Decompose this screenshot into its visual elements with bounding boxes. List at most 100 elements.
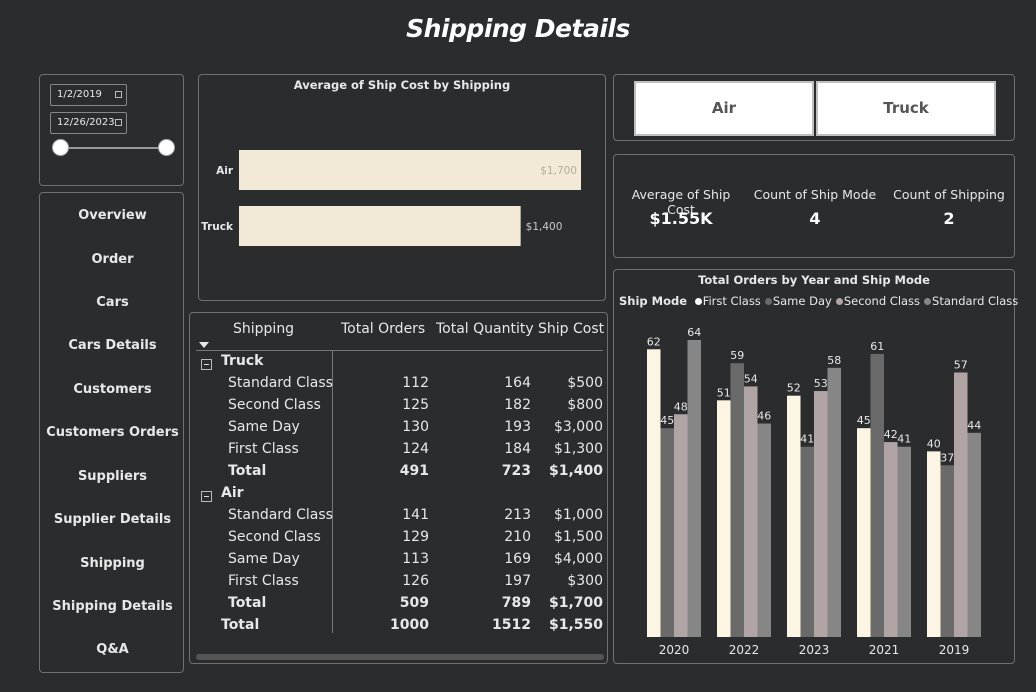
table-row[interactable]: Same Day 130 193 $3,000 [190, 419, 609, 441]
cell-ship-cost: $4,000 [554, 551, 603, 567]
column-bar-2020-second-class[interactable] [674, 414, 688, 637]
nav-suppliers[interactable]: Suppliers [40, 469, 185, 484]
column-data-label: 42 [884, 428, 898, 441]
column-bar-2022-standard-class[interactable] [757, 423, 772, 637]
column-data-label: 45 [857, 414, 871, 427]
nav-customers-orders[interactable]: Customers Orders [40, 425, 185, 440]
nav-shipping[interactable]: Shipping [40, 556, 185, 571]
column-data-label: 48 [674, 400, 688, 413]
nav-overview[interactable]: Overview [40, 208, 185, 223]
sort-descending-icon[interactable] [199, 342, 209, 348]
cell-total-quantity: 723 [501, 463, 531, 479]
cell-ship-mode: First Class [228, 441, 299, 457]
grand-total-row[interactable]: Total 1000 1512 $1,550 [190, 617, 609, 639]
table-row[interactable]: Standard Class 112 164 $500 [190, 375, 609, 397]
group-label: Truck [221, 353, 264, 369]
nav-cars-details[interactable]: Cars Details [40, 338, 185, 353]
header-total-orders[interactable]: Total Orders [341, 321, 425, 337]
column-data-label: 40 [927, 437, 941, 450]
cell-total-orders: 125 [402, 397, 429, 413]
column-bar-2020-same-day[interactable] [660, 428, 675, 637]
date-slider-track[interactable] [60, 147, 168, 149]
subtotal-row[interactable]: Total 491 723 $1,400 [190, 463, 609, 485]
header-ship-cost[interactable]: Ship Cost [538, 321, 604, 337]
table-row[interactable]: Second Class 129 210 $1,500 [190, 529, 609, 551]
cell-ship-mode: Second Class [228, 397, 321, 413]
column-bar-2023-second-class[interactable] [814, 391, 828, 637]
end-date-input[interactable]: 12/26/2023 [50, 112, 127, 134]
header-shipping[interactable]: Shipping [233, 321, 294, 337]
cell-total-quantity: 789 [501, 595, 531, 611]
cell-total-quantity: 193 [504, 419, 531, 435]
subtotal-row[interactable]: Total 509 789 $1,700 [190, 595, 609, 617]
cell-ship-cost: $1,400 [548, 463, 603, 479]
nav-qa[interactable]: Q&A [40, 642, 185, 657]
group-row-air[interactable]: Air [190, 485, 609, 507]
column-bar-2019-same-day[interactable] [940, 465, 955, 637]
group-row-truck[interactable]: Truck [190, 353, 609, 375]
cell-total-quantity: 182 [504, 397, 531, 413]
column-bar-2021-same-day[interactable] [870, 353, 885, 637]
cell-total-quantity: 164 [504, 375, 531, 391]
nav-shipping-details[interactable]: Shipping Details [40, 599, 185, 614]
column-data-label: 58 [827, 354, 841, 367]
subtotal-label: Total [228, 463, 267, 479]
table-row[interactable]: First Class 124 184 $1,300 [190, 441, 609, 463]
bar-truck[interactable] [239, 206, 521, 246]
x-axis-tick-label: 2022 [729, 643, 760, 657]
column-bar-2019-first-class[interactable] [927, 451, 941, 637]
column-bar-2021-first-class[interactable] [857, 428, 871, 637]
calendar-icon[interactable] [115, 91, 122, 98]
x-axis-tick-label: 2019 [939, 643, 970, 657]
nav-supplier-details[interactable]: Supplier Details [40, 512, 185, 527]
bar-air[interactable] [239, 150, 581, 190]
collapse-minus-icon[interactable] [201, 491, 212, 502]
column-bar-2023-first-class[interactable] [787, 395, 801, 637]
kpi-count-shipping-label: Count of Shipping [893, 187, 1005, 202]
end-date-value: 12/26/2023 [57, 117, 115, 128]
column-bar-2023-standard-class[interactable] [827, 367, 842, 637]
column-bar-2022-second-class[interactable] [744, 386, 758, 637]
cell-total-orders: 129 [402, 529, 429, 545]
slicer-button-air[interactable]: Air [634, 81, 814, 136]
calendar-icon[interactable] [115, 119, 122, 126]
cell-total-orders: 491 [399, 463, 429, 479]
table-row[interactable]: Standard Class 141 213 $1,000 [190, 507, 609, 529]
column-bar-2021-standard-class[interactable] [897, 446, 912, 637]
cell-ship-mode: Standard Class [228, 375, 333, 391]
kpi-count-ship-mode-value: 4 [809, 209, 821, 228]
column-bar-2020-standard-class[interactable] [687, 340, 702, 637]
horizontal-scrollbar[interactable] [196, 654, 604, 660]
nav-order[interactable]: Order [40, 252, 185, 267]
column-bar-2019-standard-class[interactable] [967, 432, 982, 637]
cell-ship-mode: Same Day [228, 419, 300, 435]
nav-cars[interactable]: Cars [40, 295, 185, 310]
table-row[interactable]: Same Day 113 169 $4,000 [190, 551, 609, 573]
minus-glyph [204, 364, 209, 365]
table-row[interactable]: Second Class 125 182 $800 [190, 397, 609, 419]
table-row[interactable]: First Class 126 197 $300 [190, 573, 609, 595]
cell-total-orders: 509 [399, 595, 429, 611]
column-bar-2022-first-class[interactable] [717, 400, 731, 637]
bar-category-label-truck: Truck [201, 221, 234, 233]
column-bar-2019-second-class[interactable] [954, 372, 968, 637]
subtotal-label: Total [228, 595, 267, 611]
slicer-button-truck[interactable]: Truck [816, 81, 996, 136]
column-bar-2023-same-day[interactable] [800, 446, 815, 637]
column-bar-2020-first-class[interactable] [647, 349, 661, 637]
column-bar-2022-same-day[interactable] [730, 363, 745, 637]
date-slider-start-handle[interactable] [52, 139, 69, 156]
start-date-value: 1/2/2019 [57, 89, 102, 100]
column-data-label: 64 [687, 326, 701, 339]
column-bar-2021-second-class[interactable] [884, 442, 898, 637]
cell-total-orders: 126 [402, 573, 429, 589]
date-slider-end-handle[interactable] [158, 139, 175, 156]
bar-category-label-air: Air [216, 165, 234, 177]
header-total-quantity[interactable]: Total Quantity [436, 321, 534, 337]
cell-ship-cost: $1,550 [548, 617, 603, 633]
start-date-input[interactable]: 1/2/2019 [50, 84, 127, 106]
column-data-label: 37 [940, 451, 954, 464]
nav-customers[interactable]: Customers [40, 382, 185, 397]
bar-value-label-truck: $1,400 [526, 221, 563, 233]
collapse-minus-icon[interactable] [201, 359, 212, 370]
